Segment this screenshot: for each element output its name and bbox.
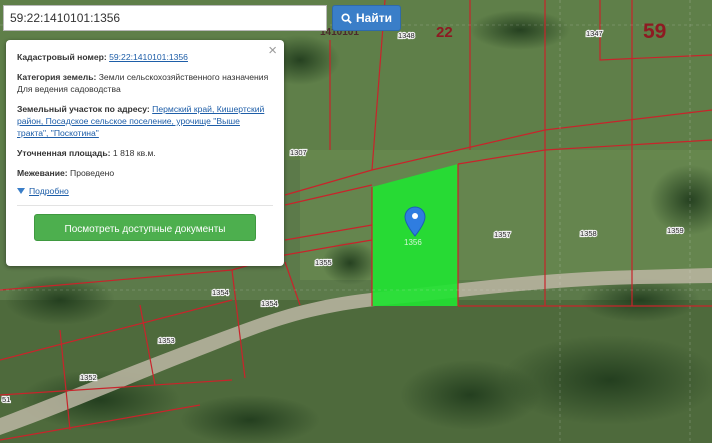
parcel-label: 1358 [580,229,597,238]
selected-parcel-label: 1356 [404,238,422,247]
search-icon [341,12,352,24]
parcel-label: 1353 [158,336,175,345]
address-row: Земельный участок по адресу: Пермский кр… [17,103,273,139]
survey-row: Межевание: Проведено [17,167,273,179]
parcel-label: 51 [2,395,10,404]
triangle-down-icon [17,188,25,194]
area-label: Уточненная площадь: [17,148,111,158]
search-button[interactable]: Найти [332,5,401,31]
close-icon[interactable]: × [268,43,277,59]
search-input[interactable] [3,5,327,31]
parcel-label: 1352 [80,373,97,382]
block-number-22: 22 [436,24,453,41]
category-row: Категория земель: Земли сельскохозяйстве… [17,71,273,95]
category-label: Категория земель: [17,72,97,82]
parcel-label: 1355 [315,258,332,267]
area-value: 1 818 кв.м. [112,148,156,158]
parcel-info-popup: × Кадастровый номер: 59:22:1410101:1356 … [6,40,284,266]
land-use-value: Для ведения садоводства [17,84,121,94]
view-documents-button[interactable]: Посмотреть доступные документы [34,214,256,241]
parcel-label: 1354 [212,288,229,297]
divider [17,205,273,206]
parcel-label: 1359 [667,226,684,235]
area-row: Уточненная площадь: 1 818 кв.м. [17,147,273,159]
cadastral-row: Кадастровый номер: 59:22:1410101:1356 [17,51,273,63]
parcel-label: 1354 [261,299,278,308]
cadastral-number-link[interactable]: 59:22:1410101:1356 [109,52,188,62]
survey-label: Межевание: [17,168,68,178]
parcel-label: 1347 [586,29,603,38]
category-value: Земли сельскохозяйственного назначения [98,72,269,82]
survey-value: Проведено [70,168,115,178]
block-number-59: 59 [643,20,666,43]
parcel-label: 1307 [290,148,307,157]
parcel-label: 1357 [494,230,511,239]
search-button-label: Найти [356,11,392,25]
search-bar: Найти [3,5,401,31]
address-label: Земельный участок по адресу: [17,104,150,114]
details-toggle[interactable]: Подробно [17,185,273,197]
cadastral-label: Кадастровый номер: [17,52,107,62]
details-link[interactable]: Подробно [29,185,69,197]
parcel-label: 1348 [398,31,415,40]
